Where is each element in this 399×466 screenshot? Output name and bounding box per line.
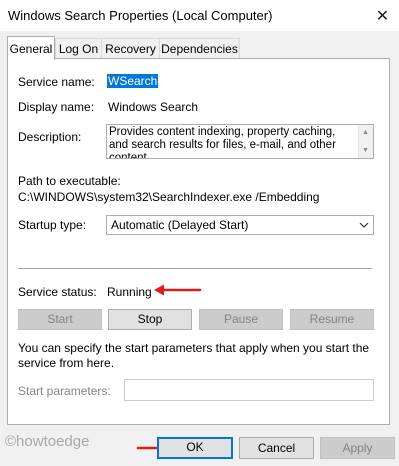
description-scrollbar[interactable]: ▲ ▼ bbox=[358, 125, 373, 158]
tab-general-label: General bbox=[9, 42, 53, 56]
ok-button[interactable]: OK bbox=[157, 437, 233, 459]
display-name-value[interactable]: Windows Search bbox=[108, 100, 198, 114]
description-label: Description: bbox=[18, 130, 82, 144]
description-textbox[interactable]: Provides content indexing, property cach… bbox=[106, 124, 374, 159]
path-value[interactable]: C:\WINDOWS\system32\SearchIndexer.exe /E… bbox=[18, 190, 319, 204]
startup-type-label: Startup type: bbox=[18, 218, 87, 232]
tab-general[interactable]: General bbox=[7, 36, 55, 60]
startup-type-value: Automatic (Delayed Start) bbox=[111, 218, 249, 232]
scroll-down-icon[interactable]: ▼ bbox=[362, 144, 369, 157]
red-arrow-annotation-status bbox=[154, 284, 202, 296]
title-bar: Windows Search Properties (Local Compute… bbox=[0, 0, 399, 31]
tab-dependencies-label: Dependencies bbox=[161, 42, 238, 56]
service-name-value[interactable]: WSearch bbox=[107, 74, 159, 88]
start-button[interactable]: Start bbox=[18, 309, 102, 330]
path-label: Path to executable: bbox=[18, 174, 121, 188]
tab-log-on[interactable]: Log On bbox=[55, 38, 102, 59]
apply-button-label: Apply bbox=[342, 441, 373, 455]
startup-type-dropdown[interactable]: Automatic (Delayed Start) bbox=[106, 215, 374, 235]
start-parameters-input[interactable] bbox=[124, 379, 374, 401]
stop-button-label: Stop bbox=[137, 312, 163, 326]
tab-recovery[interactable]: Recovery bbox=[101, 38, 160, 59]
window-title: Windows Search Properties (Local Compute… bbox=[8, 8, 273, 23]
close-button[interactable]: ✕ bbox=[366, 0, 399, 31]
ok-button-label: OK bbox=[186, 440, 204, 454]
tab-log-on-label: Log On bbox=[58, 42, 99, 56]
start-parameters-label: Start parameters: bbox=[18, 384, 111, 398]
stop-button[interactable]: Stop bbox=[108, 309, 192, 330]
service-status-value: Running bbox=[107, 285, 152, 299]
cancel-button[interactable]: Cancel bbox=[239, 437, 314, 459]
description-text: Provides content indexing, property cach… bbox=[109, 126, 336, 159]
resume-button-label: Resume bbox=[309, 312, 355, 326]
watermark: ©howtoedge bbox=[5, 433, 90, 450]
display-name-label: Display name: bbox=[18, 100, 95, 114]
scroll-up-icon[interactable]: ▲ bbox=[362, 126, 369, 139]
help-text: You can specify the start parameters tha… bbox=[18, 341, 370, 370]
pause-button-label: Pause bbox=[223, 312, 259, 326]
service-status-label: Service status: bbox=[18, 285, 97, 299]
tab-dependencies[interactable]: Dependencies bbox=[159, 38, 240, 59]
separator bbox=[18, 268, 372, 269]
service-name-label: Service name: bbox=[18, 75, 95, 89]
pause-button[interactable]: Pause bbox=[199, 309, 283, 330]
tab-recovery-label: Recovery bbox=[105, 42, 156, 56]
resume-button[interactable]: Resume bbox=[290, 309, 374, 330]
close-icon: ✕ bbox=[375, 7, 390, 25]
chevron-down-icon bbox=[359, 217, 369, 239]
cancel-button-label: Cancel bbox=[257, 441, 296, 455]
apply-button[interactable]: Apply bbox=[320, 437, 395, 459]
start-button-label: Start bbox=[47, 312, 73, 326]
